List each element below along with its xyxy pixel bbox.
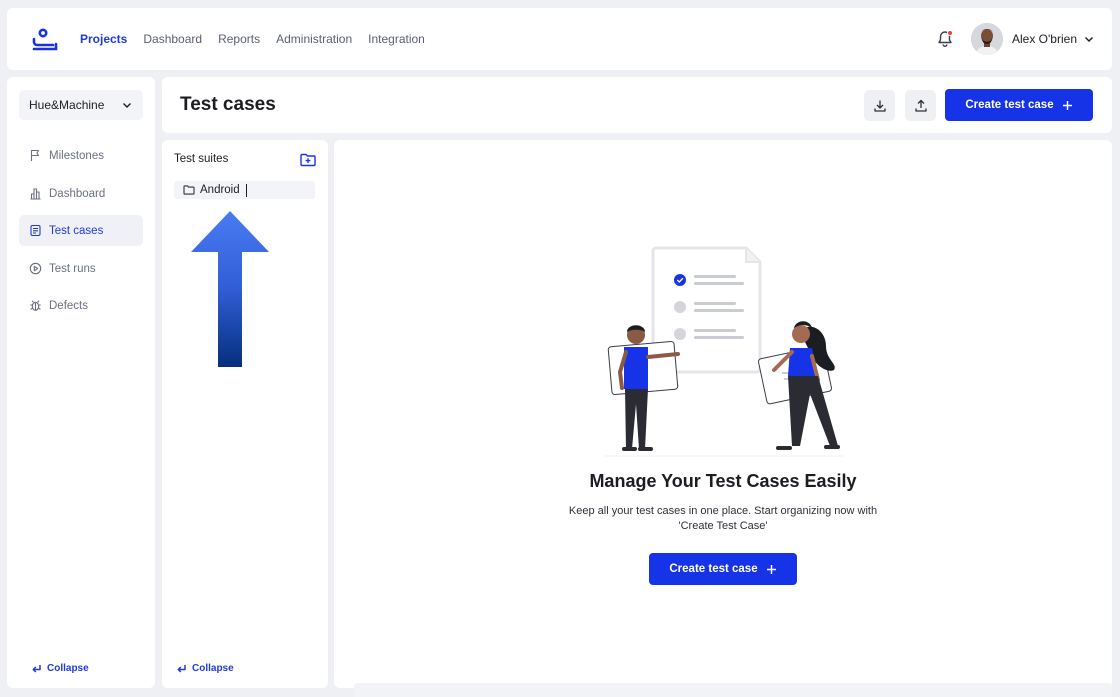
- notification-dot: [947, 30, 953, 36]
- empty-state-description-line2: 'Create Test Case': [678, 520, 768, 532]
- project-selector[interactable]: Hue&Machine: [19, 90, 143, 120]
- sidebar-item-dashboard[interactable]: Dashboard: [19, 178, 143, 209]
- create-test-case-label: Create test case: [965, 99, 1054, 111]
- page-header: Test cases Create test case: [162, 77, 1112, 133]
- chevron-down-icon: [1085, 37, 1093, 42]
- project-name: Hue&Machine: [29, 98, 105, 112]
- return-arrow-icon: [32, 665, 41, 673]
- user-name: Alex O'brien: [1012, 32, 1077, 46]
- nav-projects[interactable]: Projects: [80, 32, 127, 46]
- sidebar-item-defects[interactable]: Defects: [19, 290, 143, 321]
- notification-bell-button[interactable]: [935, 29, 955, 49]
- play-circle-icon: [29, 262, 42, 275]
- plus-icon: [1062, 100, 1072, 110]
- empty-state-description-line1: Keep all your test cases in one place. S…: [568, 505, 878, 517]
- suite-name-input[interactable]: Android: [200, 184, 240, 196]
- create-test-case-cta-label: Create test case: [669, 563, 758, 575]
- sidebar-item-label: Milestones: [49, 149, 104, 162]
- folder-icon: [183, 185, 195, 195]
- upload-button[interactable]: [905, 90, 936, 121]
- main-nav: Projects Dashboard Reports Administratio…: [80, 8, 425, 70]
- create-test-case-button[interactable]: Create test case: [945, 89, 1093, 121]
- avatar[interactable]: [971, 23, 1003, 55]
- avatar-image: [971, 23, 1003, 55]
- return-arrow-icon: [177, 665, 186, 673]
- test-suites-title: Test suites: [174, 153, 229, 165]
- chevron-down-icon: [123, 103, 131, 108]
- sidebar-item-label: Test runs: [49, 262, 96, 275]
- plus-icon: [766, 564, 776, 574]
- app-logo[interactable]: [31, 28, 59, 52]
- test-suites-panel: Test suites Android Collapse: [162, 140, 328, 688]
- flag-icon: [30, 149, 40, 161]
- sidebar-collapse-button[interactable]: Collapse: [31, 663, 89, 674]
- empty-state-description: Keep all your test cases in one place. S…: [543, 504, 903, 534]
- text-caret: [245, 183, 247, 197]
- collapse-label: Collapse: [47, 663, 89, 674]
- sidebar-item-label: Test cases: [49, 224, 104, 237]
- download-button[interactable]: [864, 90, 895, 121]
- nav-administration[interactable]: Administration: [276, 32, 352, 46]
- collapse-label: Collapse: [192, 663, 234, 674]
- sidebar-item-milestones[interactable]: Milestones: [19, 140, 143, 171]
- bar-chart-icon: [30, 188, 41, 200]
- download-icon: [873, 100, 886, 112]
- page-title: Test cases: [180, 94, 276, 115]
- suite-item-android[interactable]: Android: [174, 181, 315, 199]
- sidebar: Hue&Machine Milestones Dashboard Test ca…: [7, 77, 155, 688]
- sidebar-item-label: Defects: [49, 299, 88, 312]
- user-menu[interactable]: Alex O'brien: [1012, 8, 1095, 70]
- nav-reports[interactable]: Reports: [218, 32, 260, 46]
- empty-state-title: Manage Your Test Cases Easily: [589, 471, 857, 491]
- top-bar: Projects Dashboard Reports Administratio…: [7, 8, 1112, 70]
- create-test-case-cta-button[interactable]: Create test case: [649, 553, 797, 585]
- add-folder-icon[interactable]: [299, 151, 317, 169]
- up-arrow-annotation: [191, 211, 269, 367]
- empty-state-illustration: [604, 246, 844, 457]
- nav-integration[interactable]: Integration: [368, 32, 425, 46]
- sidebar-item-label: Dashboard: [49, 187, 106, 200]
- upload-icon: [914, 99, 927, 112]
- bug-icon: [30, 300, 41, 311]
- nav-dashboard[interactable]: Dashboard: [143, 32, 202, 46]
- sidebar-item-test-cases[interactable]: Test cases: [19, 215, 143, 246]
- bottom-scroll-edge: [354, 683, 1112, 697]
- main-content: Manage Your Test Cases Easily Keep all y…: [334, 140, 1112, 688]
- suites-collapse-button[interactable]: Collapse: [176, 663, 234, 674]
- sidebar-item-test-runs[interactable]: Test runs: [19, 253, 143, 284]
- document-list-icon: [30, 224, 41, 237]
